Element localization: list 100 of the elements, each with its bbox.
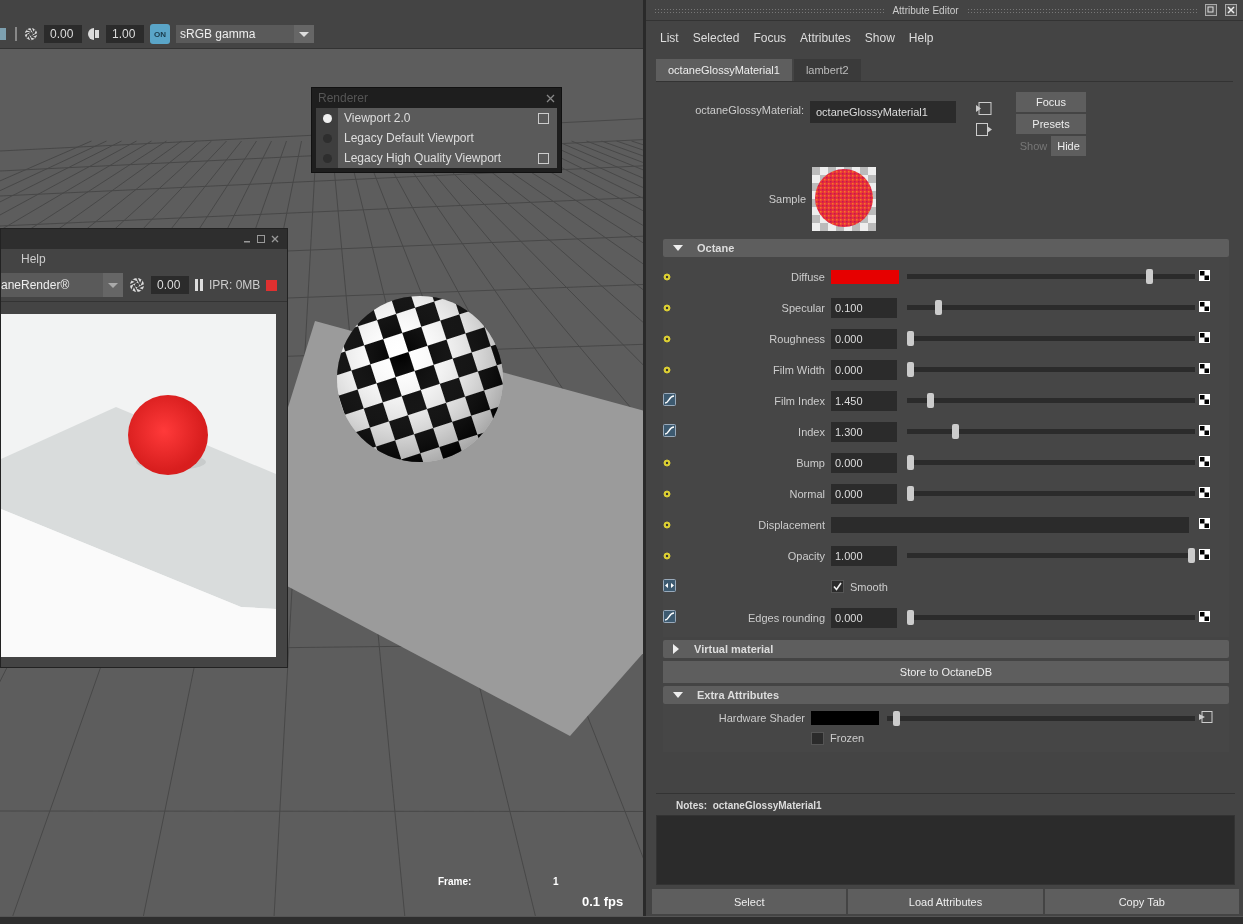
checker-map-icon[interactable] [1199, 394, 1210, 405]
color-swatch[interactable] [811, 711, 879, 725]
close-icon[interactable] [546, 93, 555, 103]
dot-icon[interactable] [663, 303, 671, 312]
curve-icon[interactable] [663, 424, 676, 437]
value-field[interactable]: 0.000 [831, 328, 897, 349]
aperture-icon[interactable] [129, 277, 145, 293]
frame-label: Frame: [438, 876, 472, 887]
dot-icon[interactable] [663, 365, 671, 374]
value-field[interactable]: 1.450 [831, 390, 897, 411]
checkbox[interactable] [831, 580, 844, 593]
curve-icon[interactable] [663, 393, 676, 406]
pause-icon[interactable] [195, 279, 203, 291]
checker-map-icon[interactable] [1199, 549, 1210, 560]
value-field[interactable]: 1.300 [831, 421, 897, 442]
dot-icon[interactable] [663, 551, 671, 560]
section-title: Extra Attributes [697, 689, 780, 701]
checkbox-label: Smooth [850, 580, 888, 593]
menu-item[interactable]: Show [864, 31, 895, 53]
checker-map-icon[interactable] [1199, 487, 1210, 498]
float-window-icon[interactable] [1205, 4, 1217, 16]
color-swatch[interactable] [831, 269, 899, 284]
menu-item[interactable]: Attributes [800, 31, 851, 53]
checker-map-icon[interactable] [1199, 456, 1210, 467]
menu-item[interactable]: Help [908, 31, 934, 53]
checker-map-icon[interactable] [1199, 611, 1210, 622]
exposure-field[interactable]: 0.00 [44, 25, 82, 43]
checkbox-label: Frozen [830, 732, 865, 744]
input-connection-icon[interactable] [976, 102, 992, 115]
slider-thumb[interactable] [907, 455, 914, 470]
notes-field[interactable] [656, 815, 1235, 885]
render-value-field[interactable]: 0.00 [151, 276, 189, 294]
checker-map-icon[interactable] [1199, 332, 1210, 343]
node-name-field[interactable]: octaneGlossyMaterial1 [810, 101, 956, 123]
slider-thumb[interactable] [951, 424, 959, 439]
value-field[interactable]: 0.000 [831, 483, 897, 504]
slider-thumb[interactable] [1188, 548, 1195, 563]
radio-button[interactable] [322, 113, 332, 123]
connection-icon[interactable] [1199, 711, 1213, 723]
attribute-label: Opacity [786, 549, 826, 562]
close-icon[interactable] [1225, 4, 1237, 16]
panel-button[interactable]: Focus [1016, 92, 1086, 112]
collapse-arrow-icon[interactable] [673, 244, 683, 252]
frame-number: 1 [553, 876, 559, 887]
slider-thumb[interactable] [935, 300, 943, 315]
checker-map-icon[interactable] [1199, 301, 1210, 312]
section-header[interactable]: Virtual material [663, 640, 1229, 658]
attribute-label: Film Width [772, 363, 826, 376]
options-box[interactable] [538, 112, 549, 124]
options-box[interactable] [538, 152, 549, 164]
checker-map-icon[interactable] [1199, 518, 1210, 529]
value-field[interactable]: 0.000 [831, 607, 897, 628]
tab[interactable]: lambert2 [793, 59, 861, 81]
value-field[interactable]: 0.000 [831, 359, 897, 380]
collapse-arrow-icon[interactable] [673, 691, 683, 699]
dot-icon[interactable] [663, 334, 671, 343]
value-field[interactable]: 0.100 [831, 297, 897, 318]
slider-thumb[interactable] [907, 362, 914, 377]
panel-button[interactable]: Presets [1016, 114, 1086, 134]
tab[interactable]: octaneGlossyMaterial1 [656, 59, 792, 81]
dot-icon[interactable] [663, 458, 671, 467]
dot-icon[interactable] [663, 520, 671, 529]
store-button[interactable]: Store to OctaneDB [663, 661, 1229, 683]
slider-thumb[interactable] [926, 393, 934, 408]
menu-item[interactable]: Selected [692, 31, 740, 53]
output-connection-icon[interactable] [976, 123, 992, 136]
checker-map-icon[interactable] [1199, 363, 1210, 374]
renderer-dropdown[interactable]: aneRender® [1, 273, 123, 297]
panel-button[interactable]: Load Attributes [848, 889, 1043, 914]
color-space-dropdown[interactable]: sRGB gamma [176, 25, 314, 43]
slider-thumb[interactable] [907, 610, 914, 625]
panel-button[interactable]: Copy Tab [1044, 889, 1239, 914]
color-management-toggle[interactable]: ON [150, 24, 170, 44]
curve-icon[interactable] [663, 610, 676, 623]
gamma-field[interactable]: 1.00 [106, 25, 144, 43]
aperture-icon[interactable] [24, 27, 38, 41]
menu-item[interactable]: Focus [753, 31, 787, 53]
checker-map-icon[interactable] [1199, 425, 1210, 436]
menu-item[interactable]: Help [21, 252, 46, 266]
slider-thumb[interactable] [907, 486, 914, 501]
slider-thumb[interactable] [1145, 269, 1153, 284]
half-circle-icon[interactable] [88, 27, 100, 41]
panel-button[interactable]: Select [652, 889, 847, 914]
expand-arrow-icon[interactable] [673, 644, 680, 654]
checker-map-icon[interactable] [1199, 270, 1210, 281]
checkbox[interactable] [811, 731, 824, 745]
value-field[interactable]: 0.000 [831, 452, 897, 473]
section-header[interactable]: Octane [663, 239, 1229, 257]
slider-thumb[interactable] [907, 331, 914, 346]
maximize-icon[interactable] [257, 235, 265, 243]
dot-icon[interactable] [663, 489, 671, 498]
toggle-icon[interactable] [663, 579, 676, 592]
dot-icon[interactable] [663, 272, 671, 281]
panel-button[interactable]: Hide [1051, 136, 1086, 156]
menu-item[interactable]: List [660, 31, 679, 53]
close-icon[interactable] [271, 235, 279, 243]
section-header[interactable]: Extra Attributes [663, 686, 1229, 704]
node-type-label: octaneGlossyMaterial: [694, 103, 805, 118]
slider-thumb[interactable] [893, 710, 900, 726]
value-field[interactable]: 1.000 [831, 545, 897, 566]
